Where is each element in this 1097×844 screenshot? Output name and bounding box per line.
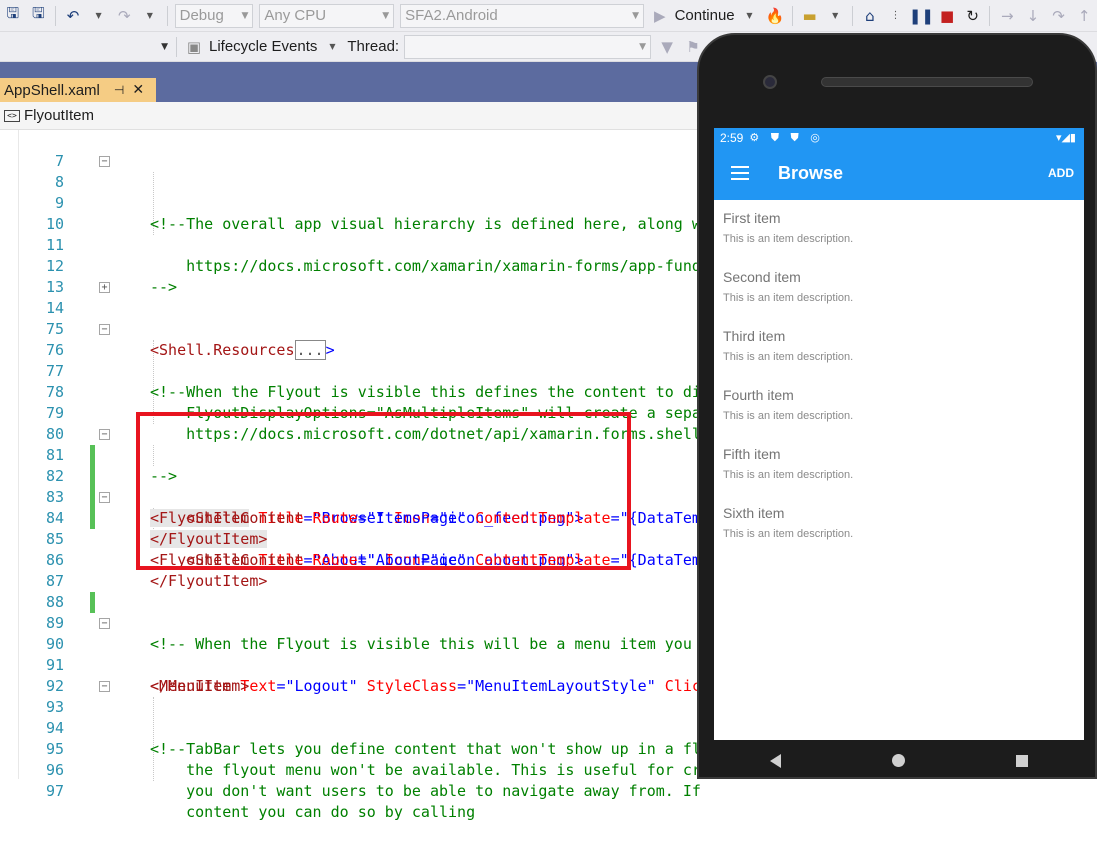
android-emulator: 2:59 ⚙ ⛊ ⛊ ◎ ▾◢▮ Browse ADD First item T… — [697, 33, 1097, 779]
filter-icon[interactable]: ▼ — [656, 36, 678, 58]
toolbar-divider — [791, 5, 793, 26]
configuration-value: Debug — [179, 7, 224, 24]
list-item[interactable]: Third item This is an item description. — [723, 328, 1063, 363]
chevron-down-icon: ▼ — [382, 10, 390, 21]
item-description: This is an item description. — [723, 469, 854, 481]
hamburger-menu-icon[interactable] — [731, 166, 749, 180]
save-icon[interactable]: 🖫 — [2, 4, 24, 27]
folder-icon[interactable]: ▬ — [799, 5, 821, 27]
chevron-down-icon: ▼ — [161, 41, 168, 52]
pin-icon[interactable]: ⊣ — [114, 83, 124, 97]
toolbar-divider — [166, 5, 168, 26]
platform-combo[interactable]: Any CPU ▼ — [259, 3, 395, 28]
app-bar: Browse ADD — [714, 148, 1084, 200]
home-icon[interactable] — [891, 754, 905, 767]
recents-icon[interactable] — [1016, 754, 1029, 767]
chevron-down-icon[interactable]: ▼ — [321, 36, 343, 58]
chevron-down-icon: ▼ — [639, 41, 647, 52]
chevron-down-icon[interactable]: ▼ — [739, 5, 761, 27]
show-next-statement-icon[interactable]: → — [996, 5, 1018, 27]
collapse-icon[interactable]: − — [99, 156, 110, 167]
camera-icon — [763, 75, 777, 89]
overflow-icon[interactable]: ⋮ — [885, 5, 907, 27]
redo-dropdown-icon[interactable]: ▼ — [139, 5, 161, 27]
list-item[interactable]: Second item This is an item description. — [723, 269, 1063, 304]
stop-icon[interactable]: ■ — [936, 5, 958, 27]
toolbar-divider — [852, 5, 854, 26]
restart-icon[interactable]: ↻ — [962, 5, 984, 27]
comment-text: content you can do so by calling — [150, 803, 476, 821]
collapse-icon[interactable]: − — [99, 429, 110, 440]
step-over-icon[interactable]: ↷ — [1048, 5, 1070, 27]
lifecycle-events-icon: ▣ — [186, 37, 202, 56]
list-item[interactable]: Fifth item This is an item description. — [723, 446, 1063, 481]
comment-text: you don't want users to be able to navig… — [150, 782, 701, 800]
close-icon[interactable]: ✕ — [132, 82, 144, 98]
list-item[interactable]: First item This is an item description. — [723, 210, 1063, 245]
list-item[interactable]: Sixth item This is an item description. — [723, 505, 1063, 540]
standard-toolbar: 🖫 🖫 ↶ ▼ ↷ ▼ Debug ▼ Any CPU ▼ SFA2.Andro… — [0, 0, 1097, 32]
page-title: Browse — [778, 163, 844, 183]
collapse-icon[interactable]: − — [99, 618, 110, 629]
signal-battery-icons: ▾◢▮ — [1055, 131, 1076, 144]
step-out-icon[interactable]: ↑ — [1073, 5, 1095, 27]
step-into-icon[interactable]: ↓ — [1022, 5, 1044, 27]
item-description: This is an item description. — [723, 351, 854, 363]
item-description: This is an item description. — [723, 528, 854, 540]
item-name: Third item — [723, 328, 786, 344]
tab-title: AppShell.xaml — [4, 81, 100, 99]
process-combo[interactable]: ▼ — [0, 35, 172, 59]
continue-button[interactable]: Continue — [675, 7, 735, 24]
speaker-grille — [821, 77, 1033, 87]
notification-icons: ⚙ ⛊ ⛊ ◎ — [749, 131, 824, 144]
list-item[interactable]: Fourth item This is an item description. — [723, 387, 1063, 422]
item-description: This is an item description. — [723, 410, 854, 422]
save-all-icon[interactable]: 🖫 — [28, 4, 50, 27]
status-bar: 2:59 ⚙ ⛊ ⛊ ◎ ▾◢▮ — [714, 128, 1084, 148]
item-description: This is an item description. — [723, 233, 854, 245]
startup-project-value: SFA2.Android — [405, 7, 498, 24]
item-name: First item — [723, 210, 781, 226]
browser-link-icon[interactable]: ⌂ — [859, 5, 881, 27]
highlight-box — [136, 412, 631, 570]
chevron-down-icon[interactable]: ▼ — [824, 5, 846, 27]
redo-icon[interactable]: ↷ — [113, 5, 135, 27]
pause-icon[interactable]: ❚❚ — [909, 5, 934, 27]
thread-label: Thread: — [347, 38, 400, 55]
system-navigation-bar — [714, 740, 1084, 781]
collapse-icon[interactable]: − — [99, 681, 110, 692]
chevron-down-icon: ▼ — [632, 10, 639, 21]
toolbar-divider — [55, 5, 57, 26]
line-number: 97 — [45, 782, 64, 800]
item-name: Sixth item — [723, 505, 785, 521]
toolbar-divider — [989, 5, 991, 26]
undo-dropdown-icon[interactable]: ▼ — [88, 5, 110, 27]
play-icon[interactable]: ▶ — [649, 5, 671, 27]
hot-reload-icon[interactable]: 🔥 — [764, 5, 786, 27]
xml-element-icon: <> — [4, 109, 20, 122]
collapse-icon[interactable]: − — [99, 324, 110, 335]
status-time: 2:59 — [720, 131, 744, 145]
chevron-down-icon: ▼ — [241, 10, 249, 21]
toolbar-divider — [176, 36, 177, 57]
item-name: Second item — [723, 269, 801, 285]
item-name: Fourth item — [723, 387, 794, 403]
phone-screen[interactable]: 2:59 ⚙ ⛊ ⛊ ◎ ▾◢▮ Browse ADD First item T… — [714, 128, 1084, 740]
collapse-icon[interactable]: − — [99, 492, 110, 503]
platform-value: Any CPU — [264, 7, 327, 24]
add-button[interactable]: ADD — [1048, 166, 1074, 180]
startup-project-combo[interactable]: SFA2.Android ▼ — [400, 3, 644, 28]
thread-combo[interactable]: ▼ — [404, 34, 652, 59]
item-description: This is an item description. — [723, 292, 854, 304]
undo-icon[interactable]: ↶ — [62, 5, 84, 27]
expand-icon[interactable]: + — [99, 282, 110, 293]
item-name: Fifth item — [723, 446, 781, 462]
configuration-combo[interactable]: Debug ▼ — [174, 3, 254, 28]
back-icon[interactable] — [769, 753, 781, 768]
lifecycle-events-button[interactable]: Lifecycle Events — [209, 38, 317, 55]
tab-appshell-xaml[interactable]: AppShell.xaml ⊣ ✕ — [0, 78, 156, 102]
navbar-element-label: FlyoutItem — [24, 107, 95, 124]
